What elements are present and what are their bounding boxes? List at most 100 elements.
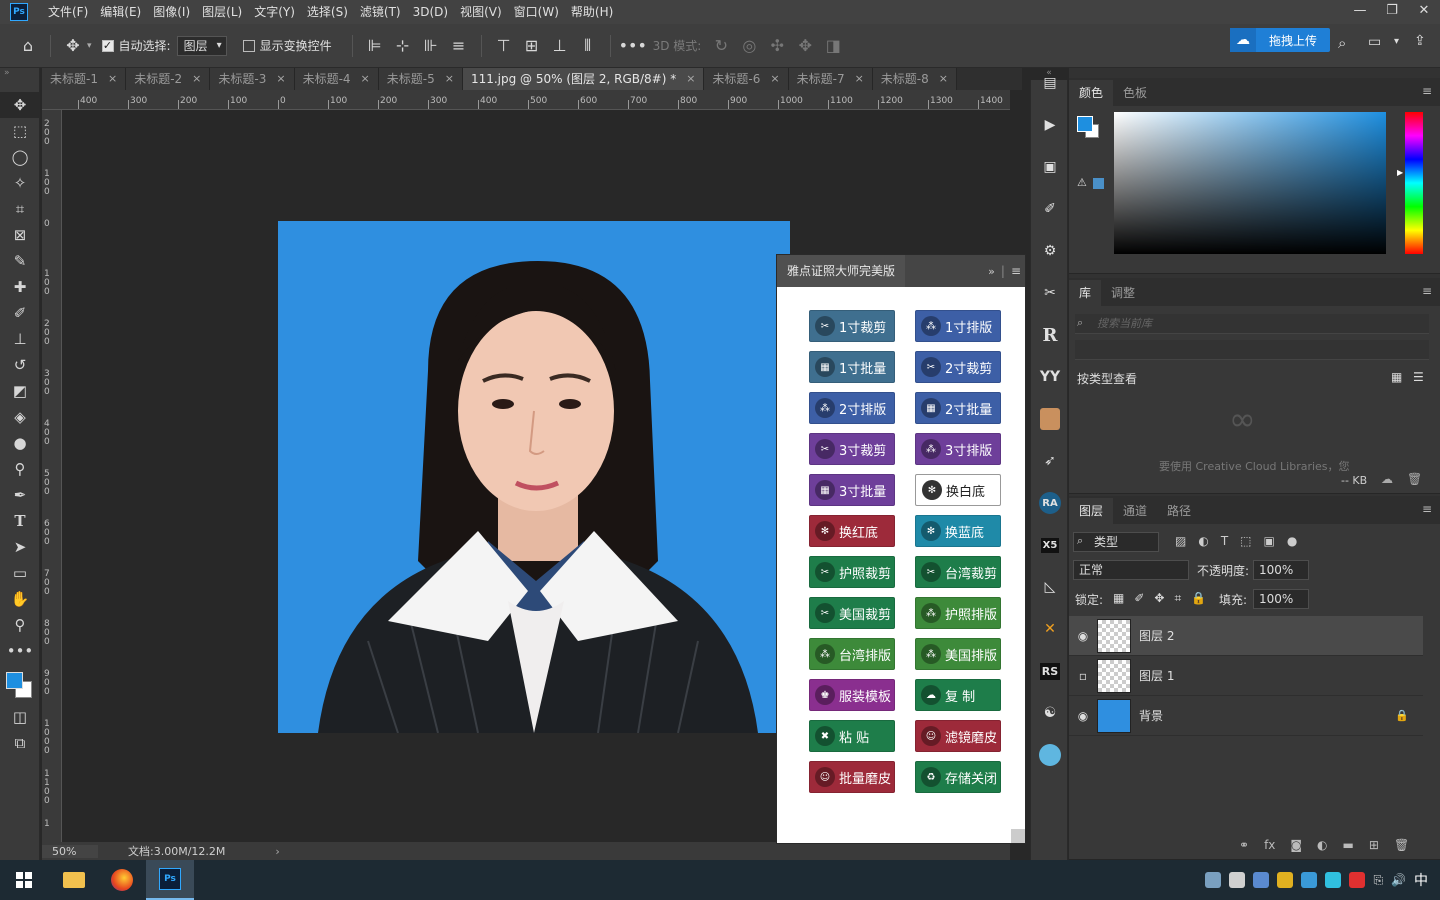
type-filter-icon[interactable]: T	[1221, 534, 1228, 548]
new-group-icon[interactable]: ▬	[1343, 838, 1354, 852]
align-middle-icon[interactable]: ⊞	[518, 36, 546, 55]
panel-menu-icon[interactable]: ≡	[1422, 502, 1432, 516]
menu-item[interactable]: 图像(I)	[147, 0, 196, 24]
move-tool-icon[interactable]: ✥	[59, 36, 87, 55]
frame-tool-icon[interactable]: ⊠	[0, 222, 40, 248]
eraser-tool-icon[interactable]: ◩	[0, 378, 40, 404]
grid-view-icon[interactable]: ▦	[1391, 370, 1402, 384]
stamp-tool-icon[interactable]: ⊥	[0, 326, 40, 352]
menu-item[interactable]: 图层(L)	[196, 0, 248, 24]
close-tab-icon[interactable]: ×	[276, 68, 285, 90]
sliders-icon[interactable]: ⚙	[1031, 236, 1069, 266]
plugin-action-button[interactable]: ⁂ 2寸排版	[809, 392, 895, 424]
blend-mode-dropdown[interactable]: 正常	[1073, 560, 1189, 580]
adjustment-filter-icon[interactable]: ◐	[1198, 534, 1208, 548]
tab-color[interactable]: 颜色	[1069, 80, 1114, 106]
magic-wand-icon[interactable]: ✧	[0, 170, 40, 196]
tab-libraries[interactable]: 库	[1069, 280, 1102, 306]
view-by-dropdown[interactable]: 按类型查看	[1077, 370, 1137, 387]
play-icon[interactable]: ▶	[1031, 110, 1069, 140]
wifi-icon[interactable]	[1325, 872, 1342, 888]
cloud-sync-icon[interactable]: ☁	[1381, 472, 1393, 486]
photoshop-taskbar-icon[interactable]: Ps	[146, 860, 194, 900]
3d-scale-icon[interactable]: ◨	[819, 36, 847, 55]
plugin-action-button[interactable]: ✻ 换红底	[809, 515, 895, 547]
filter-toggle-icon[interactable]: ●	[1287, 534, 1297, 548]
crop-tool-icon[interactable]: ⌗	[0, 196, 40, 222]
hand-tool-icon[interactable]: ✋	[0, 586, 40, 612]
plugin-action-button[interactable]: ✂ 1寸裁剪	[809, 310, 895, 342]
3d-orbit-icon[interactable]: ↻	[707, 36, 735, 55]
tab-swatches[interactable]: 色板	[1113, 80, 1157, 106]
warning-icon[interactable]: ⚠	[1077, 176, 1087, 189]
color-picker-field[interactable]	[1114, 112, 1386, 254]
align-left-icon[interactable]: ⊫	[361, 36, 389, 55]
close-tab-icon[interactable]: ×	[192, 68, 201, 90]
chevron-right-icon[interactable]: ›	[275, 845, 279, 858]
list-view-icon[interactable]: ☰	[1413, 370, 1424, 384]
tab-layers[interactable]: 图层	[1069, 498, 1114, 524]
cross-icon[interactable]: ✕	[1031, 614, 1069, 644]
tray-app-icon[interactable]	[1205, 872, 1222, 888]
menu-item[interactable]: 窗口(W)	[508, 0, 565, 24]
align-center-icon[interactable]: ⊹	[389, 36, 417, 55]
opacity-input[interactable]: 100%	[1253, 560, 1309, 580]
restore-button[interactable]: ❐	[1376, 0, 1408, 24]
plugin-action-button[interactable]: ✂ 2寸裁剪	[915, 351, 1001, 383]
layer-row[interactable]: ◉ 图层 2	[1069, 616, 1423, 656]
path-select-icon[interactable]: ➤	[0, 534, 40, 560]
shield-icon[interactable]	[1277, 872, 1294, 888]
document-photo[interactable]	[278, 221, 790, 733]
ruler-icon[interactable]: ◺	[1031, 572, 1069, 602]
cloud-upload-button[interactable]: ☁ 拖拽上传	[1230, 28, 1330, 52]
web-safe-color-swatch[interactable]	[1093, 178, 1104, 189]
visibility-eye-icon[interactable]: ◉	[1069, 709, 1097, 723]
plugin-action-button[interactable]: ✂ 美国裁剪	[809, 597, 895, 629]
delete-layer-icon[interactable]: 🗑	[1394, 838, 1409, 852]
minimize-button[interactable]: —	[1344, 0, 1376, 24]
close-button[interactable]: ✕	[1408, 0, 1440, 24]
plugin-action-button[interactable]: ✖ 粘 贴	[809, 720, 895, 752]
collapse-icon[interactable]: »	[988, 265, 995, 278]
auto-select-dropdown[interactable]: 图层	[176, 35, 227, 56]
more-icon[interactable]: •••	[619, 36, 647, 55]
tray-app-icon[interactable]	[1349, 872, 1366, 888]
hue-slider-handle[interactable]: ▶	[1397, 168, 1403, 177]
plugin-title[interactable]: 雅点证照大师完美版	[777, 255, 906, 287]
zoom-level[interactable]: 50%	[42, 844, 98, 858]
fx-icon[interactable]: fx	[1264, 838, 1275, 852]
tab-channels[interactable]: 通道	[1113, 498, 1157, 524]
trash-icon[interactable]: 🗑	[1407, 472, 1422, 486]
close-tab-icon[interactable]: ×	[361, 68, 370, 90]
distribute-v-icon[interactable]: ⦀	[574, 36, 602, 56]
resize-handle[interactable]	[1011, 829, 1025, 843]
plugin-action-button[interactable]: ☁ 复 制	[915, 679, 1001, 711]
smart-object-filter-icon[interactable]: ▣	[1264, 534, 1275, 548]
plugin-rs-icon[interactable]: RS	[1031, 656, 1069, 686]
shape-filter-icon[interactable]: ⬚	[1240, 534, 1251, 548]
dodge-tool-icon[interactable]: ⚲	[0, 456, 40, 482]
add-mask-icon[interactable]: ◙	[1290, 838, 1302, 852]
tray-app-icon[interactable]	[1301, 872, 1318, 888]
show-transform-checkbox[interactable]	[242, 39, 255, 52]
plugin-action-button[interactable]: ⁂ 美国排版	[915, 638, 1001, 670]
pixel-filter-icon[interactable]: ▨	[1175, 534, 1186, 548]
close-tab-icon[interactable]: ×	[770, 68, 779, 90]
ime-indicator[interactable]: 中	[1414, 870, 1428, 890]
lasso-tool-icon[interactable]: ◯	[0, 144, 40, 170]
plugin-action-button[interactable]: ✻ 换蓝底	[915, 515, 1001, 547]
lock-all-icon[interactable]: 🔒	[1191, 591, 1206, 606]
blur-tool-icon[interactable]: ●	[0, 430, 40, 456]
tab-paths[interactable]: 路径	[1157, 498, 1201, 524]
align-right-icon[interactable]: ⊪	[417, 36, 445, 55]
move-tool-icon[interactable]: ✥	[0, 92, 40, 118]
library-select[interactable]	[1075, 340, 1429, 360]
home-icon[interactable]: ⌂	[14, 36, 42, 55]
tab-adjustments[interactable]: 调整	[1101, 280, 1145, 306]
new-adjustment-icon[interactable]: ◐	[1317, 838, 1327, 852]
pen-tool-icon[interactable]: ✒	[0, 482, 40, 508]
quick-mask-icon[interactable]: ◫	[0, 704, 40, 730]
share-icon[interactable]: ⇪	[1414, 33, 1426, 49]
align-bottom-icon[interactable]: ⊥	[546, 36, 574, 55]
menu-item[interactable]: 3D(D)	[407, 0, 454, 24]
